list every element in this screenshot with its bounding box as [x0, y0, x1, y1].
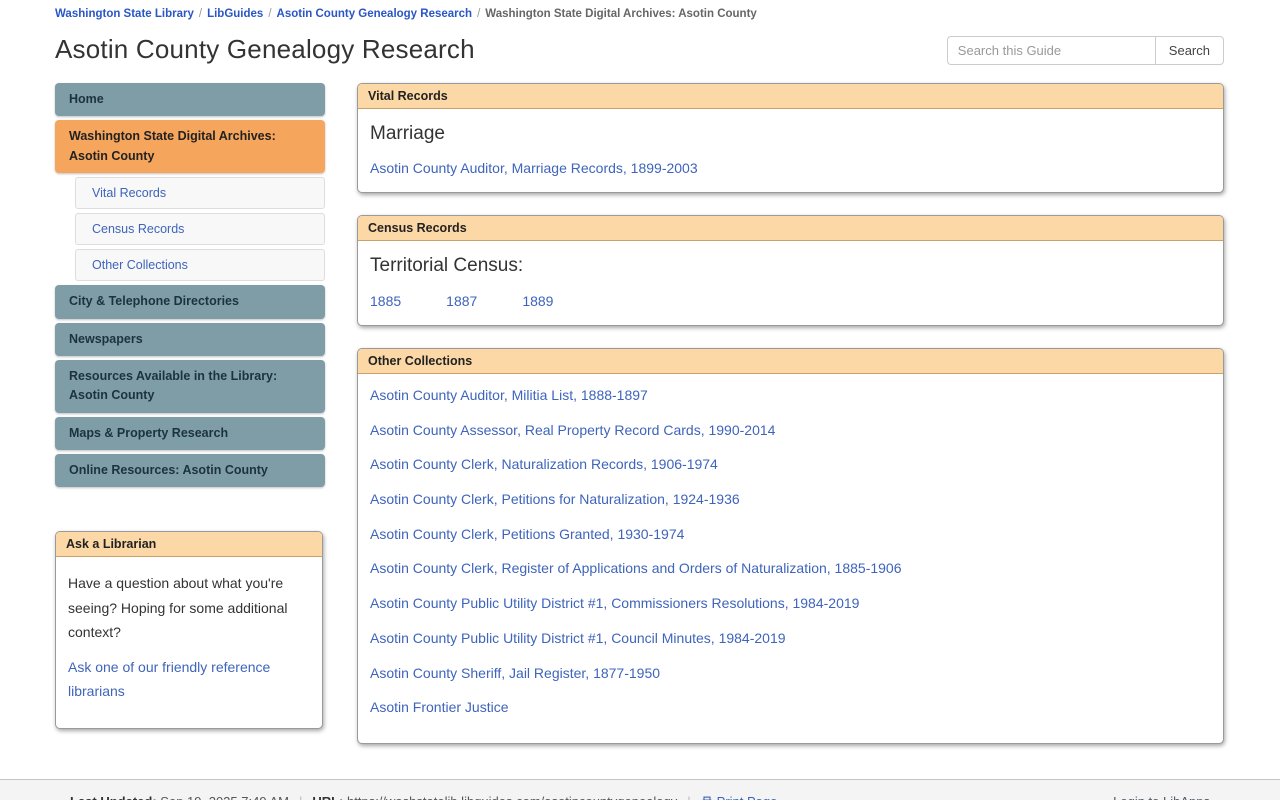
guide-search: Search	[946, 36, 1224, 65]
breadcrumb-link-guide[interactable]: Asotin County Genealogy Research	[277, 8, 473, 20]
census-1887-link[interactable]: 1887	[446, 293, 477, 309]
other-collections-box: Other Collections Asotin County Auditor,…	[357, 348, 1224, 744]
sidebar-subitem-other-collections[interactable]: Other Collections	[75, 249, 325, 282]
breadcrumb-separator: /	[198, 8, 203, 20]
breadcrumb-link-library[interactable]: Washington State Library	[55, 8, 194, 20]
petitions-granted-link[interactable]: Asotin County Clerk, Petitions Granted, …	[370, 517, 1211, 552]
breadcrumb-link-libguides[interactable]: LibGuides	[207, 8, 263, 20]
ask-a-librarian-text: Have a question about what you're seeing…	[68, 575, 288, 641]
search-button[interactable]: Search	[1154, 36, 1224, 65]
marriage-records-link[interactable]: Asotin County Auditor, Marriage Records,…	[370, 160, 1211, 176]
ask-librarian-link[interactable]: Ask one of our friendly reference librar…	[68, 655, 310, 704]
page-title: Asotin County Genealogy Research	[55, 34, 475, 64]
sidebar-item-city-telephone-directories[interactable]: City & Telephone Directories	[55, 285, 325, 319]
login-libapps-link[interactable]: Login to LibApps	[1113, 794, 1210, 800]
subpage-link[interactable]: Census Records	[92, 222, 184, 236]
libguides-page: Washington State Library / LibGuides / Asoti…	[0, 0, 1280, 800]
url-label: URL:	[312, 794, 343, 800]
page-footer: Last Updated: Sep 19, 2025 7:49 AM | URL…	[0, 779, 1280, 800]
census-records-box: Census Records Territorial Census: 1885 …	[357, 215, 1224, 326]
printer-icon	[701, 796, 713, 800]
militia-list-link[interactable]: Asotin County Auditor, Militia List, 188…	[370, 378, 1211, 413]
vital-records-box: Vital Records Marriage Asotin County Aud…	[357, 83, 1224, 193]
search-input[interactable]	[946, 36, 1155, 65]
subpage-link[interactable]: Vital Records	[92, 186, 166, 200]
subpage-link[interactable]: Other Collections	[92, 258, 188, 272]
sidebar-subitem-census-records[interactable]: Census Records	[75, 213, 325, 246]
footer-divider: |	[687, 794, 690, 800]
sidebar-subpages: Vital Records Census Records Other Colle…	[75, 177, 325, 282]
register-of-applications-link[interactable]: Asotin County Clerk, Register of Applica…	[370, 551, 1211, 586]
page-header: Asotin County Genealogy Research Search	[55, 34, 1224, 65]
census-1889-link[interactable]: 1889	[522, 293, 553, 309]
marriage-heading: Marriage	[370, 123, 445, 144]
other-collections-header: Other Collections	[358, 349, 1223, 374]
jail-register-link[interactable]: Asotin County Sheriff, Jail Register, 18…	[370, 656, 1211, 691]
council-minutes-link[interactable]: Asotin County Public Utility District #1…	[370, 621, 1211, 656]
real-property-record-cards-link[interactable]: Asotin County Assessor, Real Property Re…	[370, 413, 1211, 448]
url-value: https://washstatelib.libguides.com/asoti…	[347, 794, 677, 800]
sidebar-item-home[interactable]: Home	[55, 83, 325, 117]
footer-divider: |	[299, 794, 302, 800]
sidebar-item-resources-in-library[interactable]: Resources Available in the Library: Asot…	[55, 359, 325, 413]
breadcrumb-separator: /	[477, 8, 481, 20]
print-page-link[interactable]: Print Page	[701, 794, 778, 800]
vital-records-header: Vital Records	[358, 84, 1223, 109]
print-page-label: Print Page	[717, 794, 778, 800]
commissioners-resolutions-link[interactable]: Asotin County Public Utility District #1…	[370, 586, 1211, 621]
breadcrumb-separator: /	[268, 8, 272, 20]
sidebar-subitem-vital-records[interactable]: Vital Records	[75, 177, 325, 210]
naturalization-records-link[interactable]: Asotin County Clerk, Naturalization Reco…	[370, 447, 1211, 482]
last-updated-label: Last Updated:	[70, 794, 157, 800]
census-year-links: 1885 1887 1889	[370, 293, 1211, 309]
petitions-for-naturalization-link[interactable]: Asotin County Clerk, Petitions for Natur…	[370, 482, 1211, 517]
sidebar-item-online-resources[interactable]: Online Resources: Asotin County	[55, 454, 325, 488]
sidebar-item-newspapers[interactable]: Newspapers	[55, 322, 325, 356]
census-records-header: Census Records	[358, 216, 1223, 241]
asotin-frontier-justice-link[interactable]: Asotin Frontier Justice	[370, 690, 1211, 725]
territorial-census-heading: Territorial Census:	[370, 255, 524, 276]
breadcrumb-current-page: Washington State Digital Archives: Asoti…	[485, 8, 757, 20]
last-updated-value: Sep 19, 2025 7:49 AM	[160, 794, 289, 800]
breadcrumb: Washington State Library / LibGuides / Asoti…	[55, 8, 1224, 20]
census-1885-link[interactable]: 1885	[370, 293, 401, 309]
ask-a-librarian-header: Ask a Librarian	[56, 532, 322, 558]
sidebar-item-digital-archives[interactable]: Washington State Digital Archives: Asoti…	[55, 120, 325, 174]
sidebar-item-maps-property[interactable]: Maps & Property Research	[55, 416, 325, 450]
main-content: Vital Records Marriage Asotin County Aud…	[357, 83, 1224, 766]
ask-a-librarian-box: Ask a Librarian Have a question about wh…	[55, 531, 323, 729]
sidebar-nav: Home Washington State Digital Archives: …	[55, 83, 325, 751]
